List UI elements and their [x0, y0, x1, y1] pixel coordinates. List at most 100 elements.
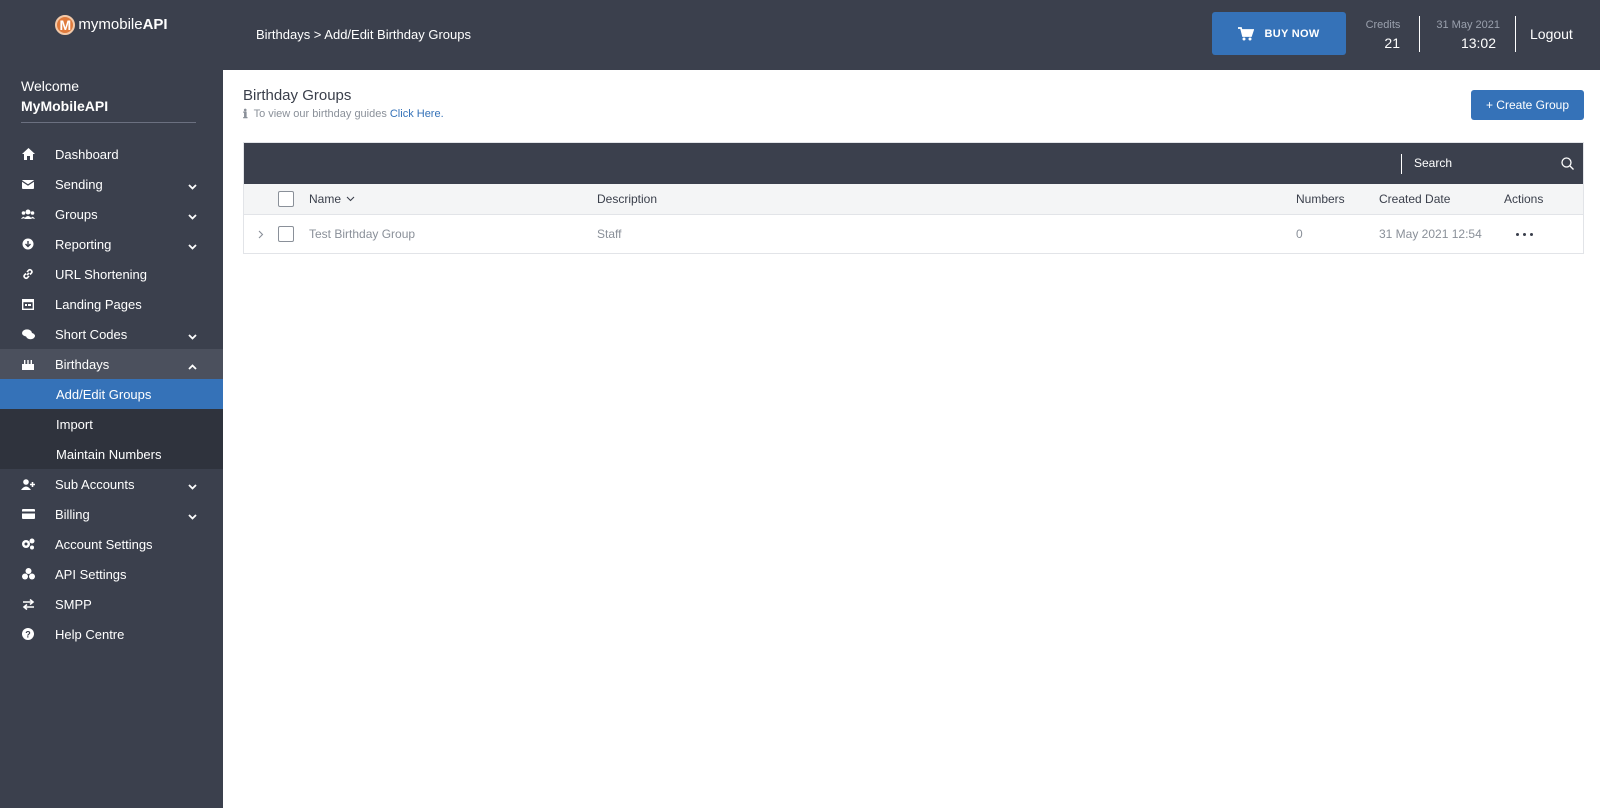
breadcrumb: Birthdays > Add/Edit Birthday Groups: [256, 27, 471, 42]
table-header: Name Description Numbers Created Date Ac…: [244, 184, 1583, 215]
chevron-down-icon: [188, 478, 197, 493]
row-actions-menu[interactable]: [1516, 215, 1533, 253]
sidebar-item-label: Sending: [55, 176, 103, 192]
sidebar: M mymobileAPI Welcome MyMobileAPI Dashbo…: [0, 0, 223, 808]
sidebar-subitem-maintain-numbers[interactable]: Maintain Numbers: [0, 439, 223, 469]
row-description: Staff: [597, 227, 622, 241]
logout-link[interactable]: Logout: [1530, 26, 1573, 42]
sidebar-item-label: Account Settings: [55, 536, 153, 552]
chevron-down-icon: [188, 178, 197, 193]
chevron-down-icon: [188, 238, 197, 253]
sidebar-item-landing-pages[interactable]: Landing Pages: [0, 289, 223, 319]
row-checkbox[interactable]: [278, 226, 294, 242]
question-icon: ?: [21, 627, 35, 641]
chart-icon: [21, 237, 35, 251]
guide-note: ℹ To view our birthday guides Click Here…: [243, 107, 444, 121]
users-icon: [21, 207, 35, 221]
sidebar-item-sending[interactable]: Sending: [0, 169, 223, 199]
sidebar-subitem-add-edit-groups[interactable]: Add/Edit Groups: [0, 379, 223, 409]
sidebar-item-label: Dashboard: [55, 146, 119, 162]
divider: [1401, 154, 1402, 174]
sidebar-item-sub-accounts[interactable]: Sub Accounts: [0, 469, 223, 499]
buy-now-button[interactable]: BUY NOW: [1212, 12, 1346, 55]
sidebar-item-label: Groups: [55, 206, 98, 222]
cogs-icon: [21, 537, 35, 551]
chevron-down-icon: [188, 328, 197, 343]
select-all-cell: [278, 184, 294, 214]
sidebar-item-url-shortening[interactable]: URL Shortening: [0, 259, 223, 289]
column-header-created-date: Created Date: [1379, 192, 1451, 206]
column-header-description: Description: [597, 192, 658, 206]
expand-row-icon[interactable]: [258, 215, 264, 253]
sidebar-item-short-codes[interactable]: Short Codes: [0, 319, 223, 349]
sort-chevron-icon: [346, 196, 355, 202]
sidebar-item-label: Short Codes: [55, 326, 128, 342]
sidebar-item-api-settings[interactable]: API Settings: [0, 559, 223, 589]
sidebar-item-label: Sub Accounts: [55, 476, 135, 492]
top-bar: Birthdays > Add/Edit Birthday Groups BUY…: [223, 0, 1600, 70]
brand-logo[interactable]: M mymobileAPI: [0, 0, 223, 70]
row-created-date: 31 May 2021 12:54: [1379, 227, 1482, 241]
current-date: 31 May 2021: [1436, 19, 1500, 31]
sidebar-item-billing[interactable]: Billing: [0, 499, 223, 529]
user-plus-icon: [21, 477, 35, 491]
column-header-numbers: Numbers: [1296, 192, 1345, 206]
svg-text:?: ?: [25, 630, 31, 640]
credits-value: 21: [1384, 35, 1400, 51]
cake-icon: [21, 357, 35, 371]
sidebar-subitem-import[interactable]: Import: [0, 409, 223, 439]
groups-table: Search Name Description Numbers Created …: [243, 142, 1584, 254]
sidebar-item-groups[interactable]: Groups: [0, 199, 223, 229]
chevron-down-icon: [188, 208, 197, 223]
create-group-button[interactable]: + Create Group: [1471, 90, 1584, 120]
chevron-up-icon: [188, 358, 197, 373]
row-select-cell: [278, 215, 294, 253]
guide-link[interactable]: Click Here.: [390, 108, 444, 120]
logo-text: mymobileAPI: [78, 16, 168, 33]
row-name: Test Birthday Group: [309, 227, 416, 241]
search-placeholder: Search: [1414, 156, 1453, 170]
sidebar-item-help-centre[interactable]: ? Help Centre: [0, 619, 223, 649]
search-input[interactable]: Search: [1414, 151, 1574, 175]
exchange-icon: [21, 597, 35, 611]
search-icon[interactable]: [1561, 156, 1574, 170]
column-header-name[interactable]: Name: [309, 184, 355, 214]
table-toolbar: Search: [244, 143, 1583, 184]
birthdays-submenu: Add/Edit Groups Import Maintain Numbers: [0, 379, 223, 469]
row-numbers: 0: [1296, 227, 1303, 241]
table-row[interactable]: Test Birthday Group Staff 0 31 May 2021 …: [244, 215, 1583, 253]
credits-label: Credits: [1365, 19, 1401, 31]
logo-mark-icon: M: [55, 15, 76, 35]
sidebar-item-dashboard[interactable]: Dashboard: [0, 139, 223, 169]
chevron-down-icon: [188, 508, 197, 523]
sidebar-item-reporting[interactable]: Reporting: [0, 229, 223, 259]
welcome-username: MyMobileAPI: [21, 98, 196, 123]
info-icon: ℹ: [243, 107, 248, 121]
sidebar-item-label: SMPP: [55, 596, 92, 612]
main-content: Birthday Groups ℹ To view our birthday g…: [223, 70, 1600, 808]
api-icon: [21, 567, 35, 581]
sidebar-item-label: URL Shortening: [55, 266, 148, 282]
page-icon: [21, 297, 35, 311]
link-icon: [21, 267, 35, 281]
sidebar-item-birthdays[interactable]: Birthdays: [0, 349, 223, 379]
buy-now-label: BUY NOW: [1264, 27, 1320, 40]
welcome-label: Welcome: [21, 78, 80, 94]
sidebar-item-smpp[interactable]: SMPP: [0, 589, 223, 619]
sidebar-item-label: API Settings: [55, 566, 127, 582]
sidebar-item-label: Birthdays: [55, 356, 110, 372]
sidebar-nav: Dashboard Sending Groups Reporting URL S…: [0, 139, 223, 649]
sidebar-item-label: Billing: [55, 506, 90, 522]
sidebar-item-account-settings[interactable]: Account Settings: [0, 529, 223, 559]
sidebar-item-label: Landing Pages: [55, 296, 142, 312]
current-time: 13:02: [1460, 35, 1496, 51]
sidebar-item-label: Help Centre: [55, 626, 125, 642]
welcome-block: Welcome MyMobileAPI: [0, 70, 223, 123]
home-icon: [21, 147, 35, 161]
select-all-checkbox[interactable]: [278, 191, 294, 207]
more-dots-icon: [1516, 232, 1533, 236]
guide-text: To view our birthday guides: [253, 108, 387, 120]
page-title: Birthday Groups: [243, 87, 352, 104]
envelope-icon: [21, 177, 35, 191]
cart-icon: [1238, 26, 1255, 40]
